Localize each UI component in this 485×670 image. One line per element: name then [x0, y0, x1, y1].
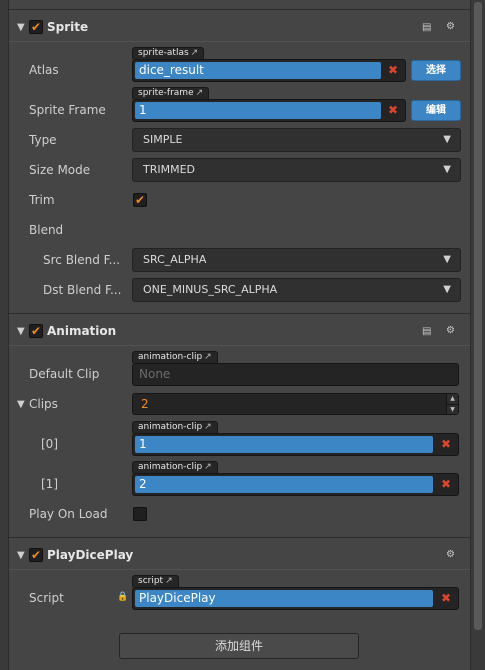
animation-clip-type-tag: animation-clip ↗ [132, 351, 218, 363]
book-icon[interactable]: ▤ [422, 326, 431, 337]
playdiceplay-enabled-checkbox[interactable]: ✔ [29, 548, 43, 562]
sprite-enabled-checkbox[interactable]: ✔ [29, 20, 43, 34]
script-asset-field[interactable]: PlayDicePlay ✖ [132, 587, 459, 610]
sprite-frame-label: Sprite Frame [29, 103, 106, 117]
external-link-icon: ↗ [190, 48, 199, 58]
sprite-frame-asset-field[interactable]: 1 ✖ [132, 99, 406, 122]
sprite-frame-edit-button[interactable]: 编辑 [411, 100, 461, 121]
external-link-icon: ↗ [204, 462, 212, 472]
sprite-frame-type-tag: sprite-frame ↗ [132, 87, 210, 99]
dst-blend-select[interactable]: ONE_MINUS_SRC_ALPHA ▼ [132, 278, 461, 302]
size-mode-select[interactable]: TRIMMED ▼ [132, 158, 461, 182]
clips-count-value: 2 [141, 397, 149, 411]
default-clip-label: Default Clip [29, 367, 100, 381]
clip-1-asset-value[interactable]: 2 [135, 476, 433, 493]
script-type-tag: script ↗ [132, 575, 179, 587]
size-mode-value: TRIMMED [143, 163, 196, 176]
section-divider [9, 313, 470, 314]
sprite-frame-asset-value[interactable]: 1 [135, 102, 381, 119]
section-divider [9, 41, 470, 42]
external-link-icon: ↗ [165, 576, 173, 586]
section-divider [9, 569, 470, 570]
clip-1-label: [1] [41, 477, 58, 491]
play-on-load-checkbox[interactable] [133, 507, 147, 521]
sprite-title: Sprite [47, 20, 89, 34]
atlas-asset-field[interactable]: dice_result ✖ [132, 59, 406, 82]
clips-count-input[interactable]: 2 ▲ ▼ [132, 393, 459, 415]
section-divider [9, 345, 470, 346]
fold-open-icon[interactable]: ▼ [17, 22, 25, 33]
stepper-down-icon[interactable]: ▼ [447, 404, 458, 414]
lock-icon: 🔒 [117, 592, 129, 602]
clip-1-asset-field[interactable]: 2 ✖ [132, 473, 459, 496]
animation-clip-type-tag: animation-clip ↗ [132, 421, 218, 433]
sprite-atlas-type-tag: sprite-atlas ↗ [132, 47, 205, 59]
section-divider [9, 537, 470, 538]
default-clip-placeholder: None [139, 367, 171, 381]
stepper-up-icon[interactable]: ▲ [447, 394, 458, 404]
external-link-icon: ↗ [204, 422, 212, 432]
play-on-load-label: Play On Load [29, 507, 108, 521]
book-icon[interactable]: ▤ [422, 22, 431, 33]
gear-icon[interactable]: ⚙ [446, 21, 455, 32]
clip-0-asset-value[interactable]: 1 [135, 436, 433, 453]
atlas-asset-value[interactable]: dice_result [135, 62, 381, 79]
src-blend-select[interactable]: SRC_ALPHA ▼ [132, 248, 461, 272]
dropdown-arrow-icon: ▼ [443, 254, 451, 265]
trim-label: Trim [29, 193, 55, 207]
atlas-label: Atlas [29, 63, 59, 77]
gear-icon[interactable]: ⚙ [446, 549, 455, 560]
clip-1-remove-icon[interactable]: ✖ [435, 476, 457, 493]
animation-clip-type-tag: animation-clip ↗ [132, 461, 218, 473]
clip-0-remove-icon[interactable]: ✖ [435, 436, 457, 453]
trim-checkbox[interactable]: ✔ [133, 193, 147, 207]
type-label: Type [29, 133, 57, 147]
script-remove-icon[interactable]: ✖ [435, 590, 457, 607]
blend-label: Blend [29, 223, 64, 237]
fold-open-icon[interactable]: ▼ [17, 326, 25, 337]
external-link-icon: ↗ [204, 352, 212, 362]
clip-0-asset-field[interactable]: 1 ✖ [132, 433, 459, 456]
default-clip-asset-field[interactable]: None [132, 363, 459, 386]
src-blend-value: SRC_ALPHA [143, 253, 207, 266]
clips-count-stepper[interactable]: ▲ ▼ [446, 394, 458, 414]
fold-open-icon[interactable]: ▼ [17, 550, 25, 561]
scrollbar-thumb[interactable] [474, 2, 482, 630]
dropdown-arrow-icon: ▼ [443, 134, 451, 145]
playdiceplay-title: PlayDicePlay [47, 548, 134, 562]
gear-icon[interactable]: ⚙ [446, 325, 455, 336]
external-link-icon: ↗ [195, 88, 204, 98]
dst-blend-label: Dst Blend F... [43, 283, 122, 297]
add-component-button[interactable]: 添加组件 [119, 633, 359, 659]
atlas-select-button[interactable]: 选择 [411, 60, 461, 81]
size-mode-label: Size Mode [29, 163, 91, 177]
fold-open-icon[interactable]: ▼ [17, 399, 25, 410]
script-asset-value[interactable]: PlayDicePlay [135, 590, 433, 607]
section-divider [9, 9, 470, 10]
src-blend-label: Src Blend F... [43, 253, 121, 267]
atlas-remove-icon[interactable]: ✖ [382, 62, 404, 79]
dropdown-arrow-icon: ▼ [443, 164, 451, 175]
animation-title: Animation [47, 324, 117, 338]
script-label: Script [29, 591, 64, 605]
clips-label: Clips [29, 397, 58, 411]
sprite-frame-remove-icon[interactable]: ✖ [382, 102, 404, 119]
type-value: SIMPLE [143, 133, 183, 146]
type-select[interactable]: SIMPLE ▼ [132, 128, 461, 152]
dropdown-arrow-icon: ▼ [443, 284, 451, 295]
clip-0-label: [0] [41, 437, 58, 451]
animation-enabled-checkbox[interactable]: ✔ [29, 324, 43, 338]
dst-blend-value: ONE_MINUS_SRC_ALPHA [143, 283, 278, 296]
